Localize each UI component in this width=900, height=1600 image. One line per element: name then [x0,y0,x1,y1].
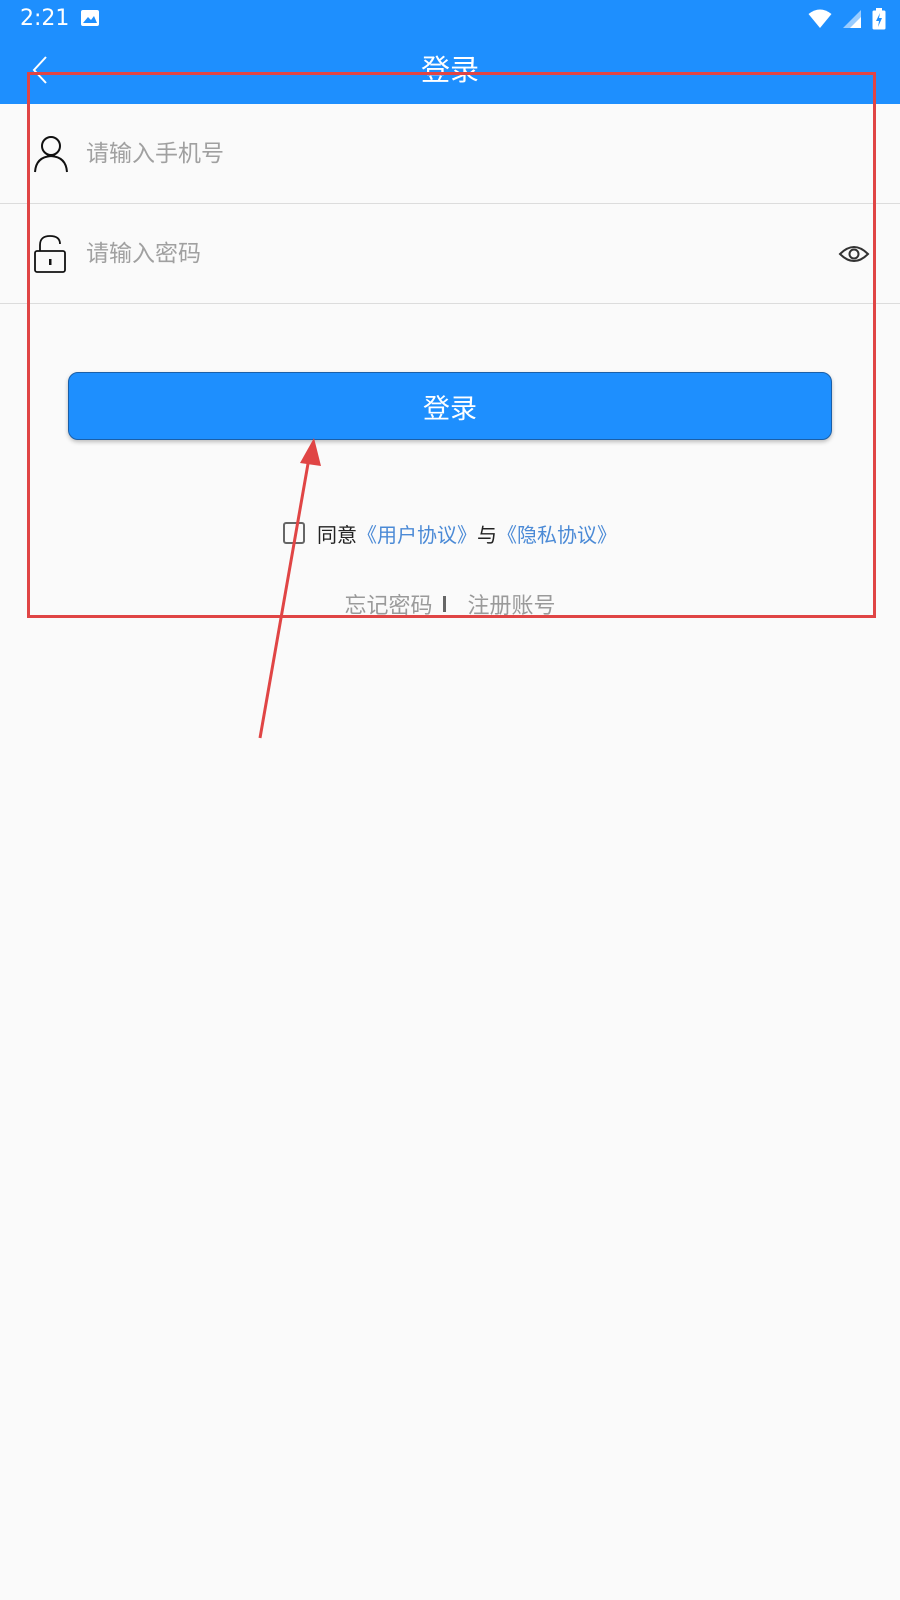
image-icon [81,10,99,26]
eye-icon[interactable] [838,238,870,270]
register-link[interactable]: 注册账号 [468,588,556,620]
page-title: 登录 [420,53,479,87]
link-divider [442,596,446,612]
agreement-conjunction: 与 [477,522,497,547]
status-icons [808,6,886,32]
privacy-agreement-link[interactable]: 《隐私协议》 [497,519,617,548]
user-agreement-link[interactable]: 《用户协议》 [357,519,477,548]
password-row [0,204,900,304]
phone-row [0,104,900,204]
lock-icon [34,235,66,273]
phone-input[interactable] [86,130,806,178]
agree-checkbox[interactable] [283,522,305,544]
battery-icon [872,8,886,30]
password-input[interactable] [86,230,806,278]
status-time: 2:21 [20,6,70,31]
bottom-links: 忘记密码 注册账号 [0,588,900,620]
agreement-row: 同意 《用户协议》 与 《隐私协议》 [0,518,900,548]
signal-icon [843,10,861,28]
login-screen: 2:21 登录 请输入手机号 登录 同意 《用户协议》 与 《隐私协议》 忘记密… [0,0,900,1600]
app-bar: 2:21 登录 [0,0,900,104]
login-button[interactable]: 登录 [68,372,832,440]
user-icon [34,136,68,173]
forgot-password-link[interactable]: 忘记密码 [344,588,432,620]
wifi-icon [808,9,832,28]
agreement-prefix: 同意 [317,522,357,547]
